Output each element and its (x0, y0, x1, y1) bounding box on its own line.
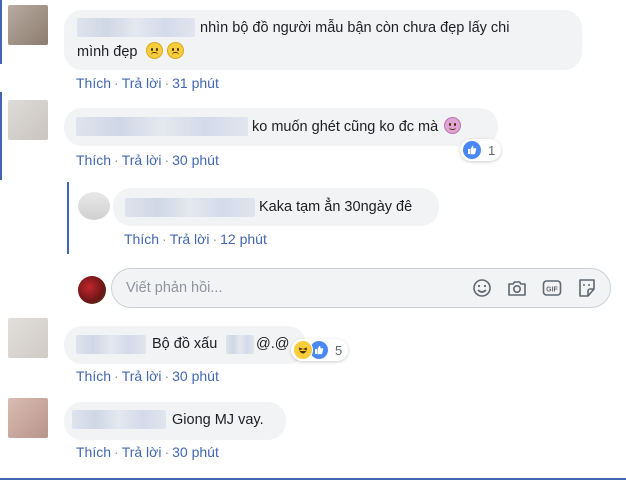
reply-link[interactable]: Trả lời (170, 231, 210, 247)
reply-link[interactable]: Trả lời (122, 444, 162, 460)
blurred-username[interactable] (77, 18, 195, 37)
comment-bubble: nhìn bộ đồ người mẫu bận còn chưa đẹp lấ… (64, 10, 582, 70)
avatar[interactable] (8, 5, 48, 45)
timestamp[interactable]: 31 phút (172, 75, 219, 91)
reply-input[interactable]: Viết phản hồi... GIF (111, 268, 611, 308)
smile-icon[interactable] (472, 278, 492, 298)
comment-actions: Thích · Trả lời · 12 phút (124, 231, 267, 247)
blurred-username[interactable] (76, 335, 146, 354)
comment-text: Bộ đồ xấu (152, 336, 218, 352)
avatar[interactable] (8, 398, 48, 438)
comment-actions: Thích · Trả lời · 31 phút (76, 75, 219, 91)
thread-line (0, 92, 2, 180)
reply-placeholder: Viết phản hồi... (126, 280, 223, 296)
haha-reaction-icon (293, 340, 313, 360)
comment-text: Giong MJ vay. (172, 412, 264, 428)
thread-line (67, 182, 69, 254)
blurred-text (226, 335, 254, 354)
timestamp[interactable]: 30 phút (172, 444, 219, 460)
comment-bubble: Bộ đồ xấu @.@ (64, 326, 306, 364)
avatar[interactable] (8, 318, 48, 358)
like-link[interactable]: Thích (76, 368, 111, 384)
avatar[interactable] (78, 192, 110, 220)
dizzy-emoji-icon (444, 117, 462, 134)
blurred-username[interactable] (125, 198, 255, 217)
reply-link[interactable]: Trả lời (122, 152, 162, 168)
comment-text: ko muốn ghét cũng ko đc mà (252, 119, 439, 135)
sad-emoji-icon (145, 42, 163, 59)
like-link[interactable]: Thích (76, 152, 111, 168)
timestamp[interactable]: 12 phút (220, 231, 267, 247)
comment-actions: Thích · Trả lời · 30 phút (76, 444, 219, 460)
like-link[interactable]: Thích (76, 75, 111, 91)
comment-text: Kaka tạm ẳn 30ngày đê (259, 199, 413, 215)
like-link[interactable]: Thích (124, 231, 159, 247)
sticker-icon[interactable] (577, 278, 597, 298)
avatar[interactable] (8, 100, 48, 140)
like-link[interactable]: Thích (76, 444, 111, 460)
camera-icon[interactable] (507, 278, 527, 298)
reaction-summary[interactable]: 1 (460, 139, 502, 161)
comment-bubble: Giong MJ vay. (64, 402, 286, 440)
comment-actions: Thích · Trả lời · 30 phút (76, 152, 219, 168)
reply-link[interactable]: Trả lời (122, 75, 162, 91)
comment-text-suffix: @.@ (256, 336, 290, 352)
reaction-count: 5 (335, 342, 343, 358)
reply-link[interactable]: Trả lời (122, 368, 162, 384)
timestamp[interactable]: 30 phút (172, 152, 219, 168)
comment-actions: Thích · Trả lời · 30 phút (76, 368, 219, 384)
comment-text: mình đẹp (77, 44, 138, 60)
reaction-count: 1 (488, 142, 496, 158)
like-reaction-icon (462, 140, 482, 160)
comment-bubble: Kaka tạm ẳn 30ngày đê (113, 188, 439, 226)
comment-bubble: ko muốn ghét cũng ko đc mà (64, 108, 498, 146)
reaction-summary[interactable]: 5 (291, 339, 349, 361)
thread-line (0, 0, 2, 64)
sad-emoji-icon (166, 42, 184, 59)
gif-icon[interactable]: GIF (542, 278, 562, 298)
comment-text: nhìn bộ đồ người mẫu bận còn chưa đẹp lấ… (200, 20, 510, 36)
timestamp[interactable]: 30 phút (172, 368, 219, 384)
blurred-username[interactable] (76, 117, 248, 136)
blurred-username[interactable] (72, 410, 166, 429)
my-avatar[interactable] (78, 276, 106, 304)
svg-text:GIF: GIF (546, 287, 558, 294)
